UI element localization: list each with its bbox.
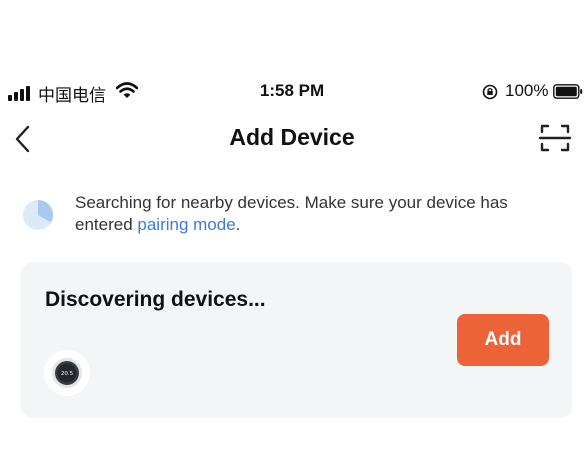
- thermostat-icon: 20.5: [51, 357, 83, 394]
- add-button[interactable]: Add: [457, 314, 549, 366]
- battery-icon: [553, 84, 583, 104]
- status-bar: 中国电信 1:58 PM 100%: [0, 78, 584, 108]
- scan-icon[interactable]: [538, 123, 572, 158]
- device-reading: 20.5: [61, 371, 74, 377]
- discovery-card: Discovering devices... Add 20.5: [21, 262, 572, 418]
- pairing-mode-link[interactable]: pairing mode: [137, 215, 235, 234]
- discovered-device[interactable]: 20.5: [44, 350, 90, 396]
- orientation-lock-icon: [482, 84, 498, 105]
- nav-bar: Add Device: [0, 118, 584, 158]
- search-progress-icon: [22, 199, 54, 236]
- add-device-screen: 中国电信 1:58 PM 100% Add Device Searching f…: [0, 0, 584, 450]
- discovering-title: Discovering devices...: [45, 288, 266, 311]
- battery-percent: 100%: [505, 81, 549, 100]
- page-title: Add Device: [229, 124, 355, 150]
- search-info-text: Searching for nearby devices. Make sure …: [75, 192, 555, 236]
- info-text-end: .: [235, 215, 241, 234]
